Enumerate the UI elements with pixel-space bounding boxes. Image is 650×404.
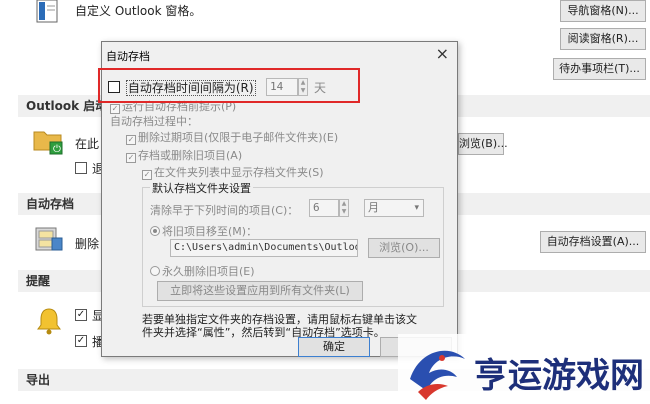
delete-expired-checkbox[interactable]: ✓ — [126, 135, 136, 145]
apply-all-button[interactable]: 立即将这些设置应用到所有文件夹(L) — [157, 281, 363, 301]
close-icon[interactable]: × — [436, 44, 449, 63]
chevron-down-icon: ▾ — [414, 203, 419, 213]
perm-delete-label: 永久删除旧项目(E) — [162, 265, 255, 278]
svg-text:⏻: ⏻ — [53, 144, 61, 155]
clean-field[interactable]: 6 — [309, 199, 339, 217]
show-folder-checkbox[interactable]: ✓ — [142, 170, 152, 180]
delete-expired-row[interactable]: ✓ 删除过期项目(仅限于电子邮件文件夹)(E) — [126, 129, 338, 145]
move-to-label: 将旧项目移至(M)： — [162, 225, 258, 238]
watermark-text: 亨运游戏网 — [474, 356, 644, 396]
reminder-show-checkbox[interactable]: ✓ — [75, 309, 87, 321]
archive-path-field[interactable]: C:\Users\admin\Documents\Outloo — [170, 239, 358, 257]
folder-start-icon: ⏻ — [32, 126, 66, 156]
autoarchive-settings-button[interactable]: 自动存档设置(A)... — [540, 231, 646, 253]
watermark: 亨运游戏网 — [398, 334, 650, 404]
exit-checkbox[interactable] — [75, 162, 87, 174]
start-browse-button[interactable]: 浏览(B)... — [458, 133, 508, 155]
bell-icon — [34, 306, 64, 336]
perm-delete-row[interactable]: 永久删除旧项目(E) — [150, 263, 255, 279]
archive-cabinet-icon — [32, 224, 66, 254]
dialog-title: 自动存档 — [106, 50, 150, 63]
reminder-sound-checkbox[interactable]: ✓ — [75, 335, 87, 347]
archive-old-checkbox[interactable]: ✓ — [126, 153, 136, 163]
dragon-logo-icon — [410, 350, 465, 400]
highlight-frame — [98, 68, 360, 103]
move-to-row[interactable]: 将旧项目移至(M)： — [150, 223, 257, 239]
clean-unit-select[interactable]: 月 ▾ — [364, 199, 424, 217]
delete-text: 删除 — [75, 237, 100, 251]
clean-older-label: 清除早于下列时间的项目(C)： — [150, 204, 299, 217]
show-folder-row[interactable]: ✓ 在文件夹列表中显示存档文件夹(S) — [142, 164, 324, 180]
reading-pane-button[interactable]: 阅读窗格(R)... — [560, 28, 646, 50]
browse-path-button[interactable]: 浏览(O)... — [368, 238, 440, 258]
nav-pane-button[interactable]: 导航窗格(N)... — [560, 0, 646, 22]
clean-unit-value: 月 — [368, 201, 379, 214]
todo-bar-button[interactable]: 待办事项栏(T)... — [553, 58, 646, 80]
during-label: 自动存档过程中： — [110, 115, 198, 128]
perm-delete-radio[interactable] — [150, 266, 160, 276]
archive-old-label: 存档或删除旧项目(A) — [138, 149, 243, 162]
archive-old-row[interactable]: ✓ 存档或删除旧项目(A) — [126, 147, 242, 163]
move-to-radio[interactable] — [150, 226, 160, 236]
ok-button[interactable]: 确定 — [298, 337, 370, 357]
start-folder-text: 在此 — [75, 137, 100, 151]
delete-expired-label: 删除过期项目(仅限于电子邮件文件夹)(E) — [138, 131, 339, 144]
default-group-label: 默认存档文件夹设置 — [150, 180, 253, 196]
clean-spinner[interactable]: ▲ ▼ — [339, 199, 349, 217]
show-folder-label: 在文件夹列表中显示存档文件夹(S) — [154, 166, 324, 179]
custom-pane-text: 自定义 Outlook 窗格。 — [75, 4, 202, 18]
pane-layout-icon — [34, 0, 60, 24]
